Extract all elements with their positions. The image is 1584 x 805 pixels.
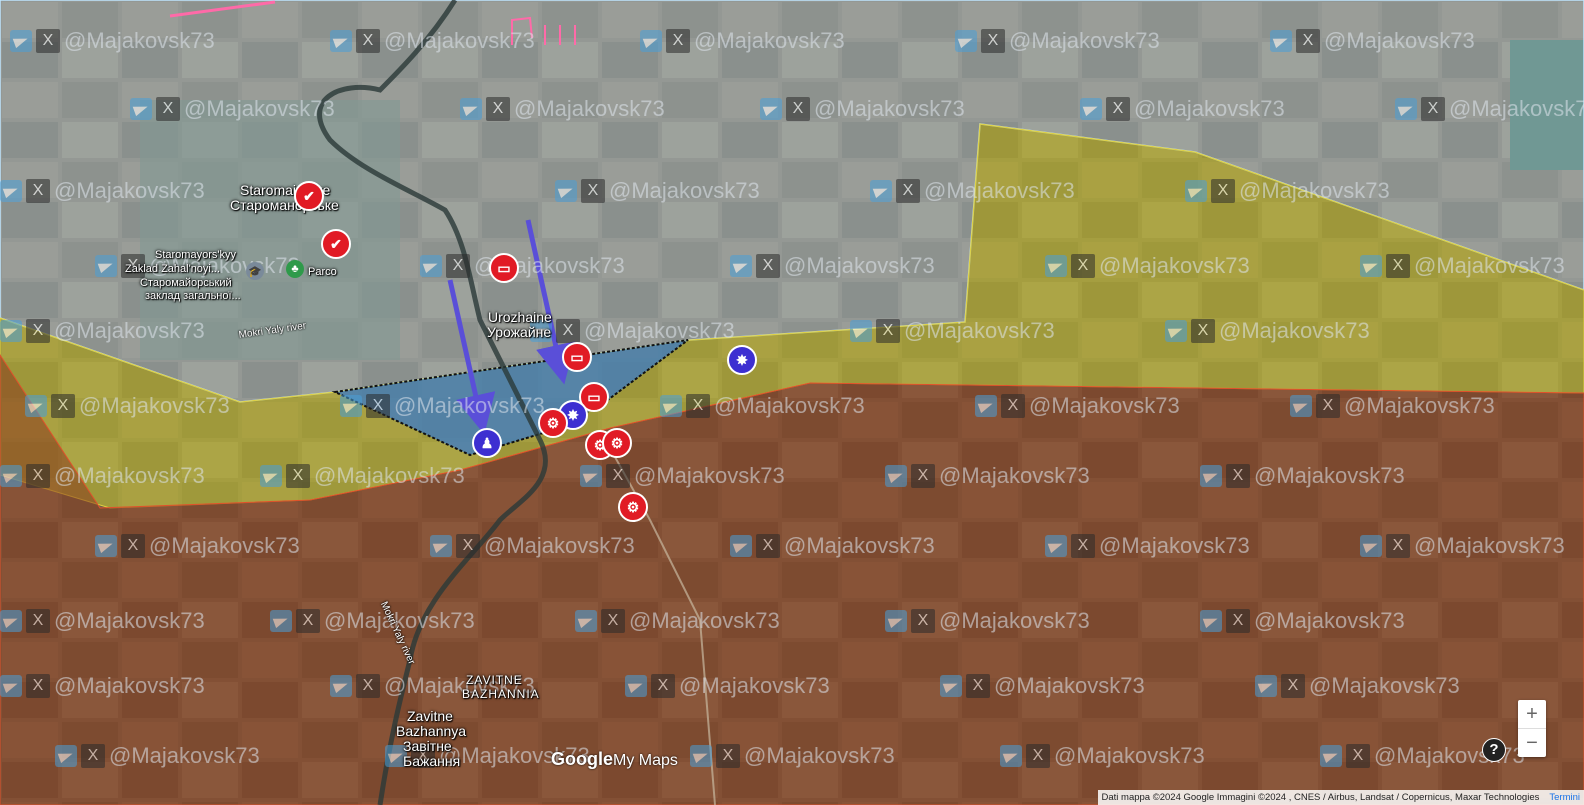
- destroyed-tank-icon: ⚙: [626, 498, 640, 515]
- explosion-icon: ✸: [736, 351, 748, 368]
- explosion-icon: ✸: [567, 406, 579, 423]
- destroyed-tank-marker[interactable]: ⚙: [538, 408, 568, 438]
- destroyed-apc-marker[interactable]: ▭: [562, 342, 592, 372]
- terms-link[interactable]: Termini: [1549, 792, 1580, 803]
- place-parco: Parco: [308, 266, 337, 278]
- destroyed-apc-icon: ▭: [497, 259, 511, 276]
- place-school-cyr-1: Старомайорський: [140, 277, 232, 289]
- google-mymaps-logo: GoogleMy Maps: [551, 749, 678, 770]
- artillery-marker[interactable]: ✔: [321, 229, 351, 259]
- place-school-lat-1: Staromayors'kyy: [155, 249, 236, 261]
- destroyed-apc-icon: ▭: [587, 388, 601, 405]
- mymaps-logo-text: My Maps: [613, 752, 678, 769]
- explosion-marker[interactable]: ✸: [727, 345, 757, 375]
- artillery-icon: ✔: [330, 235, 342, 252]
- place-zavitne-caps-1: ZAVITNE: [466, 673, 523, 687]
- place-zavitne-cyr-1: Завітне: [403, 738, 452, 754]
- attribution-text: Dati mappa ©2024 Google Immagini ©2024 ,…: [1101, 792, 1540, 803]
- artillery-icon: ✔: [303, 187, 315, 204]
- zoom-out-button[interactable]: −: [1518, 729, 1546, 757]
- place-zavitne-caps-2: BAZHANNIA: [462, 687, 540, 701]
- artillery-marker[interactable]: ✔: [294, 181, 324, 211]
- zoom-in-button[interactable]: +: [1518, 700, 1546, 729]
- zoom-control: + −: [1518, 700, 1546, 757]
- place-urozhaine-cyr: Урожайне: [487, 324, 552, 340]
- place-school-lat-2: Zaklad Zahal'noyi...: [125, 263, 221, 275]
- help-button[interactable]: ?: [1482, 738, 1506, 762]
- destroyed-tank-icon: ⚙: [546, 414, 560, 431]
- destroyed-apc-marker[interactable]: ▭: [489, 253, 519, 283]
- destroyed-tank-marker[interactable]: ⚙: [602, 428, 632, 458]
- map-attribution: Dati mappa ©2024 Google Immagini ©2024 ,…: [1097, 790, 1584, 805]
- infantry-icon: ♟: [480, 434, 494, 451]
- school-icon[interactable]: 🎓: [246, 262, 264, 280]
- map-canvas[interactable]: [0, 0, 1584, 805]
- destroyed-tank-icon: ⚙: [610, 434, 624, 451]
- google-logo-text: Google: [551, 749, 613, 769]
- infantry-marker[interactable]: ♟: [472, 428, 502, 458]
- place-school-cyr-2: заклад загальної...: [145, 290, 241, 302]
- place-zavitne-lat-1: Zavitne: [407, 708, 453, 724]
- park-icon[interactable]: ♣: [286, 260, 304, 278]
- destroyed-apc-icon: ▭: [570, 348, 584, 365]
- place-zavitne-lat-2: Bazhannya: [396, 723, 467, 739]
- place-zavitne-cyr-2: Бажання: [403, 753, 461, 769]
- place-urozhaine-lat: Urozhaine: [488, 309, 552, 325]
- destroyed-tank-marker[interactable]: ⚙: [618, 492, 648, 522]
